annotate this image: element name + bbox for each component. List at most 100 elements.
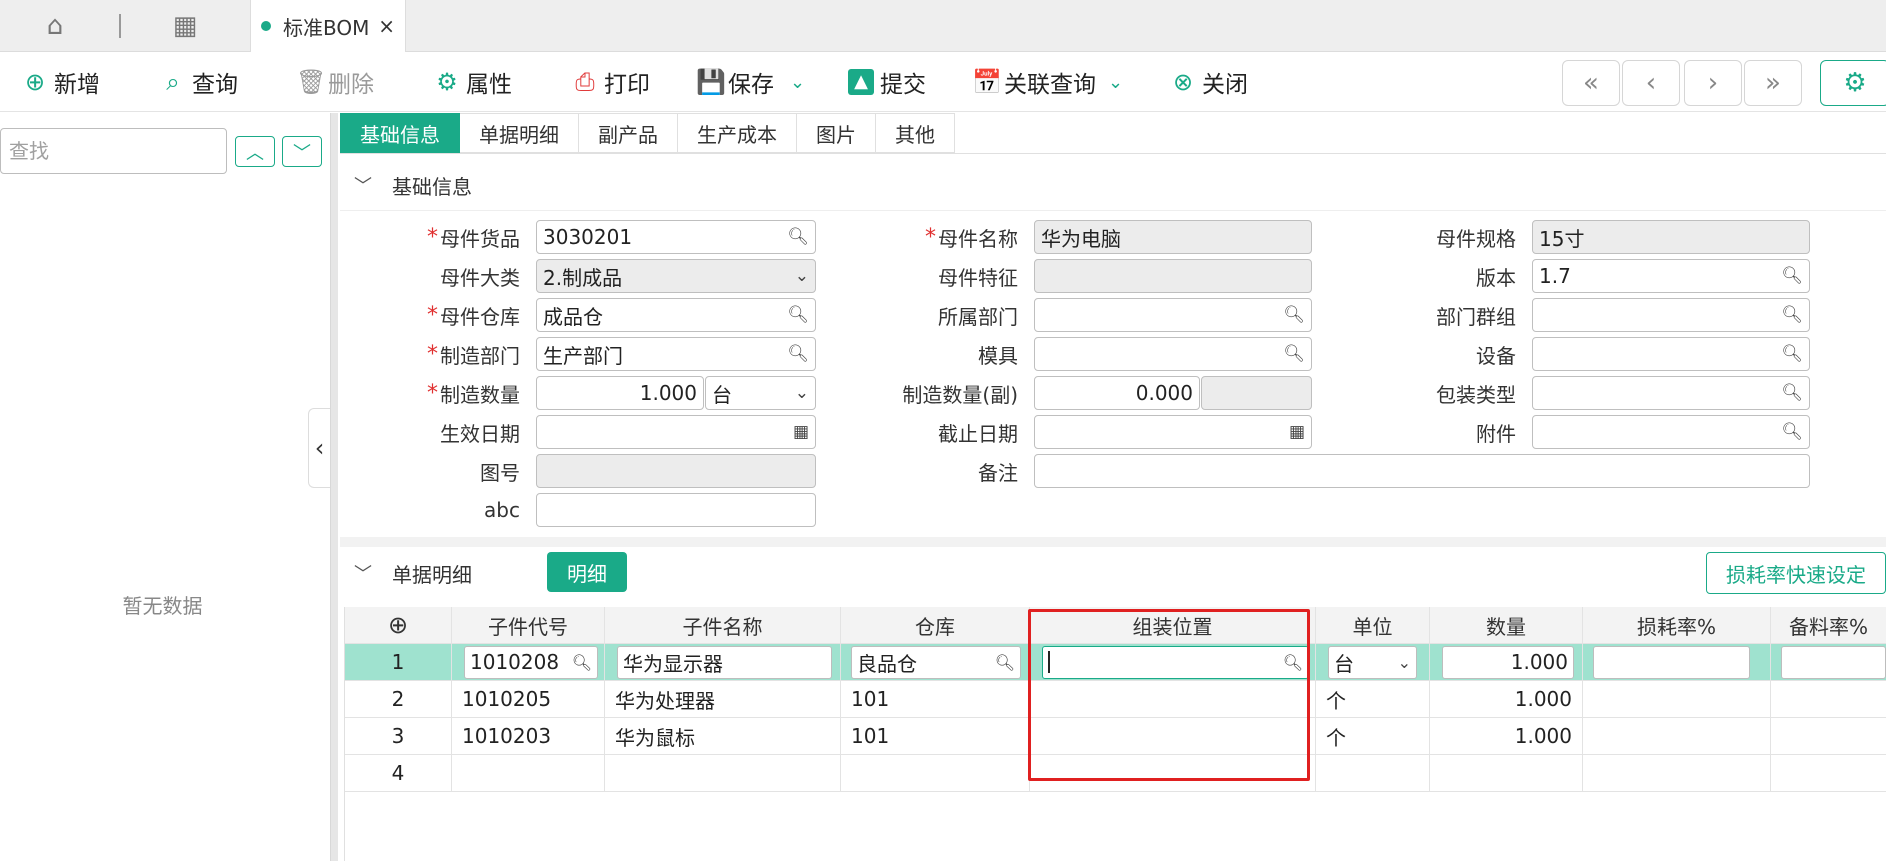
table-row-cell[interactable] <box>841 755 1030 792</box>
linked-query-button[interactable]: 📅 关联查询 ⌄ <box>972 66 1123 98</box>
table-row-cell[interactable]: 华为处理器 <box>605 681 841 718</box>
scroll-up-button[interactable]: ︿ <box>235 136 275 167</box>
save-button[interactable]: 💾 保存 ⌄ <box>696 66 805 98</box>
table-row-cell[interactable] <box>1316 755 1430 792</box>
loss-rate-quick-set-button[interactable]: 损耗率快速设定 <box>1706 552 1886 594</box>
attachment-field[interactable]: 🔍︎ <box>1532 415 1810 449</box>
prev-record-button[interactable]: ‹ <box>1622 60 1680 106</box>
remark-field[interactable] <box>1034 454 1810 488</box>
table-row-cell[interactable]: 华为鼠标 <box>605 718 841 755</box>
table-row-cell[interactable]: 101 <box>841 718 1030 755</box>
tab-basic-info[interactable]: 基础信息 <box>340 113 460 153</box>
search-icon[interactable]: 🔍︎ <box>787 344 809 364</box>
table-row-cell[interactable]: 101 <box>841 681 1030 718</box>
table-row-cell[interactable] <box>1771 755 1886 792</box>
table-row-cell[interactable]: 1010203 <box>452 718 605 755</box>
calendar-icon[interactable]: ▦ <box>1289 422 1305 442</box>
table-row-cell[interactable]: 1.000 <box>1430 681 1583 718</box>
panel-splitter[interactable] <box>330 113 338 861</box>
tab-production-cost[interactable]: 生产成本 <box>678 113 797 153</box>
assembly-position-input[interactable]: 🔍︎ <box>1042 645 1309 679</box>
row-number[interactable]: 1 <box>345 644 452 681</box>
effective-date-field[interactable]: ▦ <box>536 415 816 449</box>
chevron-down-icon[interactable]: ⌄ <box>1108 72 1123 93</box>
home-icon[interactable]: ⌂ <box>40 11 70 41</box>
table-row-cell[interactable]: 个 <box>1316 718 1430 755</box>
loss-input[interactable] <box>1593 645 1750 679</box>
table-row-cell[interactable]: 🔍︎ <box>1030 644 1316 681</box>
table-row-cell[interactable] <box>1030 681 1316 718</box>
unit-select[interactable]: 台 ⌄ <box>1328 645 1417 679</box>
search-icon[interactable]: 🔍︎ <box>1781 383 1803 403</box>
table-row-cell[interactable] <box>1771 718 1886 755</box>
submit-button[interactable]: ▲ 提交 <box>848 66 926 98</box>
col-header-prep[interactable]: 备料率% <box>1771 607 1886 644</box>
prep-input[interactable] <box>1781 645 1886 679</box>
col-header-unit[interactable]: 单位 <box>1316 607 1430 644</box>
expiry-date-field[interactable]: ▦ <box>1034 415 1312 449</box>
table-row-cell[interactable] <box>1583 644 1771 681</box>
search-icon[interactable]: 🔍︎ <box>787 305 809 325</box>
table-row-cell[interactable] <box>1030 755 1316 792</box>
tab-byproduct[interactable]: 副产品 <box>579 113 678 153</box>
settings-button[interactable]: ⚙ <box>1820 60 1886 106</box>
collapse-panel-button[interactable]: ‹ <box>308 408 330 488</box>
tab-detail[interactable]: 单据明细 <box>460 113 579 153</box>
abc-field[interactable] <box>536 493 816 527</box>
table-row-cell[interactable] <box>1771 644 1886 681</box>
grid-apps-icon[interactable]: ▦ <box>170 11 200 41</box>
col-header-name[interactable]: 子件名称 <box>605 607 841 644</box>
col-header-code[interactable]: 子件代号 <box>452 607 605 644</box>
table-row-cell[interactable]: 1010208 🔍︎ <box>452 644 605 681</box>
mfg-qty-field[interactable]: 1.000 <box>536 376 704 410</box>
calendar-icon[interactable]: ▦ <box>793 422 809 442</box>
first-record-button[interactable]: « <box>1562 60 1620 106</box>
table-row-cell[interactable]: 个 <box>1316 681 1430 718</box>
search-icon[interactable]: 🔍︎ <box>787 227 809 247</box>
search-icon[interactable]: 🔍︎ <box>1781 344 1803 364</box>
table-row-cell[interactable] <box>605 755 841 792</box>
search-icon[interactable]: 🔍︎ <box>1781 422 1803 442</box>
search-icon[interactable]: 🔍︎ <box>1781 266 1803 286</box>
col-header-loss[interactable]: 损耗率% <box>1583 607 1771 644</box>
mfg-dept-field[interactable]: 生产部门 🔍︎ <box>536 337 816 371</box>
search-input[interactable] <box>0 128 227 174</box>
tab-other[interactable]: 其他 <box>876 113 955 153</box>
warehouse-input[interactable]: 良品仓 🔍︎ <box>851 645 1021 679</box>
table-row-cell[interactable]: 1010205 <box>452 681 605 718</box>
table-row-cell[interactable] <box>1583 755 1771 792</box>
row-number[interactable]: 4 <box>345 755 452 792</box>
equipment-field[interactable]: 🔍︎ <box>1532 337 1810 371</box>
table-row-cell[interactable] <box>1771 681 1886 718</box>
search-icon[interactable]: 🔍︎ <box>1283 344 1305 364</box>
package-type-field[interactable]: 🔍︎ <box>1532 376 1810 410</box>
table-row-cell[interactable] <box>452 755 605 792</box>
table-row-cell[interactable]: 良品仓 🔍︎ <box>841 644 1030 681</box>
dept-group-field[interactable]: 🔍︎ <box>1532 298 1810 332</box>
owning-dept-field[interactable]: 🔍︎ <box>1034 298 1312 332</box>
row-number[interactable]: 2 <box>345 681 452 718</box>
table-row-cell[interactable]: 华为显示器 <box>605 644 841 681</box>
search-icon[interactable]: 🔍︎ <box>572 653 592 672</box>
document-tab[interactable]: 标准BOM × <box>250 0 406 52</box>
table-row-cell[interactable] <box>1583 681 1771 718</box>
version-field[interactable]: 1.7 🔍︎ <box>1532 259 1810 293</box>
search-icon[interactable]: 🔍︎ <box>1283 653 1303 672</box>
detail-button[interactable]: 明细 <box>547 552 627 592</box>
chevron-down-icon[interactable]: ⌄ <box>790 72 805 93</box>
query-button[interactable]: ⌕ 查询 <box>160 66 238 98</box>
delete-button[interactable]: 🗑 删除 <box>296 66 374 98</box>
mfg-qty-sub-field[interactable]: 0.000 <box>1034 376 1200 410</box>
parent-category-select[interactable]: 2.制成品 ⌄ <box>536 259 816 293</box>
parent-code-field[interactable]: 3030201 🔍︎ <box>536 220 816 254</box>
scroll-down-button[interactable]: ﹀ <box>282 136 322 167</box>
mold-field[interactable]: 🔍︎ <box>1034 337 1312 371</box>
close-button[interactable]: ⊗ 关闭 <box>1170 66 1248 98</box>
properties-button[interactable]: ⚙ 属性 <box>434 66 512 98</box>
search-icon[interactable]: 🔍︎ <box>1283 305 1305 325</box>
child-code-input[interactable]: 1010208 🔍︎ <box>464 645 598 679</box>
child-name-input[interactable]: 华为显示器 <box>617 645 832 679</box>
col-header-position[interactable]: 组装位置 <box>1030 607 1316 644</box>
next-record-button[interactable]: › <box>1684 60 1742 106</box>
table-row-cell[interactable]: 台 ⌄ <box>1316 644 1430 681</box>
